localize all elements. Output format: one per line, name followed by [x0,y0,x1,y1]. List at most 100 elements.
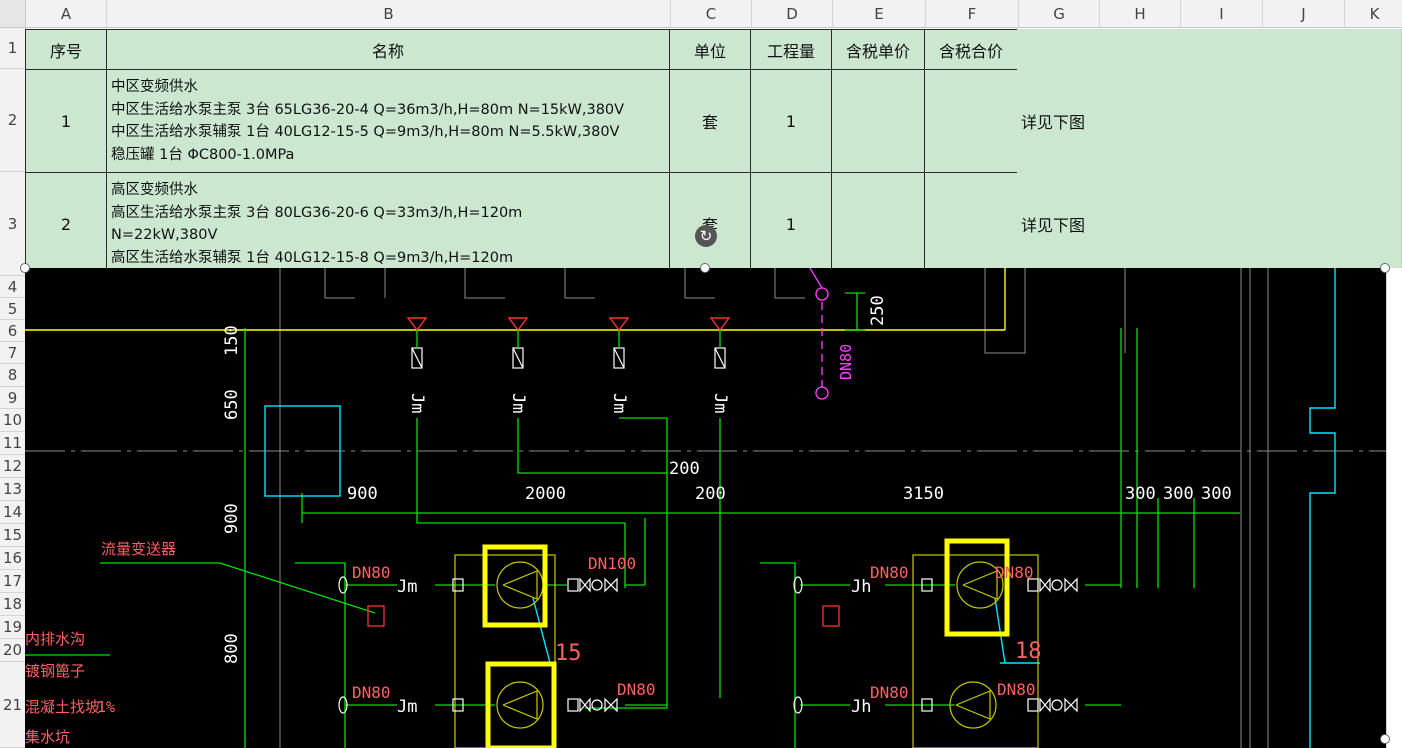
column-header-e[interactable]: E [833,0,926,28]
resize-handle-top-center[interactable] [700,263,710,273]
jh-label-1: Jh [851,577,871,597]
column-header-k[interactable]: K [1345,0,1402,28]
row-header-17[interactable]: 17 [0,570,26,593]
red-valve-2 [507,317,529,332]
resize-handle-top-right[interactable] [1380,263,1390,273]
row-header-1[interactable]: 1 [0,28,26,69]
jm-label-2: Jm [397,697,417,717]
row-header-13[interactable]: 13 [0,478,26,501]
cell-c2-unit[interactable]: 套 [669,69,751,173]
row-header-20[interactable]: 20 [0,639,26,662]
dn80-label-3: DN80 [617,680,656,699]
cell-k1[interactable] [1342,29,1402,70]
cell-j3[interactable] [1260,172,1343,276]
jm-vert-1: Jm [407,393,427,413]
cell-e2[interactable] [831,69,925,173]
rotate-handle-icon[interactable]: ↻ [695,225,717,247]
cell-g3-note[interactable]: 详见下图 [1017,172,1098,276]
left-text-2: 镀钢篦子 [25,662,85,680]
cell-a3-seq[interactable]: 2 [25,172,107,276]
row-header-9[interactable]: 9 [0,387,26,409]
row-header-4[interactable]: 4 [0,276,26,298]
number-18: 18 [1015,639,1042,664]
dn80-label-2: DN80 [352,683,391,702]
cell-b2-name[interactable]: 中区变频供水 中区生活给水泵主泵 3台 65LG36-20-4 Q=36m3/h… [106,69,670,173]
cyan-outlines [264,268,1336,748]
number-15: 15 [555,641,582,666]
valve-symbols [338,576,1078,714]
cell-g2-note[interactable]: 详见下图 [1017,69,1098,173]
dn80-label-1: DN80 [352,563,391,582]
column-header-f[interactable]: F [926,0,1019,28]
cell-j2[interactable] [1260,69,1343,173]
column-header-g[interactable]: G [1019,0,1100,28]
dim-300-1: 300 [1125,484,1156,504]
cell-e3[interactable] [831,172,925,276]
row-header-14[interactable]: 14 [0,501,26,524]
left-text-1: 内排水沟 [25,630,85,648]
select-all-corner[interactable] [0,0,26,28]
cell-b3-name[interactable]: 高区变频供水 高区生活给水泵主泵 3台 80LG36-20-6 Q=33m3/h… [106,172,670,276]
column-header-b[interactable]: B [107,0,671,28]
column-header-j[interactable]: J [1263,0,1345,28]
header-name[interactable]: 名称 [106,29,670,70]
header-unit-price[interactable]: 含税单价 [831,29,925,70]
cell-i2[interactable] [1178,69,1261,173]
cell-h1[interactable] [1097,29,1179,70]
header-seq[interactable]: 序号 [25,29,107,70]
row-header-16[interactable]: 16 [0,547,26,570]
cell-k2[interactable] [1342,69,1402,173]
cell-d3-quantity[interactable]: 1 [750,172,832,276]
header-quantity[interactable]: 工程量 [750,29,832,70]
row-header-18[interactable]: 18 [0,593,26,616]
highlight-box-1 [482,544,548,628]
dim-800: 800 [222,633,242,664]
dn80-label-7: DN80 [997,680,1036,699]
row-header-8[interactable]: 8 [0,364,26,387]
cell-g1[interactable] [1017,29,1098,70]
column-header-c[interactable]: C [671,0,752,28]
row-header-3[interactable]: 3 [0,172,26,276]
cell-k3[interactable] [1342,172,1402,276]
left-text-4: 集水坑 [25,728,70,746]
cell-i3[interactable] [1178,172,1261,276]
cell-a2-seq[interactable]: 1 [25,69,107,173]
dn80-label-6: DN80 [995,563,1034,582]
column-header-h[interactable]: H [1100,0,1181,28]
cell-c3-unit[interactable]: 套 [669,172,751,276]
dn80-label-4: DN80 [870,563,909,582]
cell-j1[interactable] [1260,29,1343,70]
dn100-label: DN100 [588,554,636,573]
row-header-6[interactable]: 6 [0,320,26,342]
resize-handle-bottom-right[interactable] [1380,734,1390,744]
header-unit[interactable]: 单位 [669,29,751,70]
column-header-i[interactable]: I [1181,0,1263,28]
cell-h2[interactable] [1097,69,1179,173]
jm-vert-3: Jm [609,393,629,413]
cell-i1[interactable] [1178,29,1261,70]
row-header-2[interactable]: 2 [0,69,26,172]
header-total-price[interactable]: 含税合价 [924,29,1018,70]
dim-2000: 2000 [525,484,566,504]
column-header-a[interactable]: A [26,0,107,28]
row-header-11[interactable]: 11 [0,432,26,455]
pump-frames [454,554,1039,748]
resize-handle-top-left[interactable] [20,263,30,273]
row-header-5[interactable]: 5 [0,298,26,320]
cell-h3[interactable] [1097,172,1179,276]
row-header-7[interactable]: 7 [0,342,26,364]
row-header-10[interactable]: 10 [0,409,26,432]
red-valve-3 [608,317,630,332]
row-header-19[interactable]: 19 [0,616,26,639]
cell-f2[interactable] [924,69,1018,173]
row-header-21[interactable]: 21 [0,662,26,748]
embedded-cad-image[interactable]: 150 650 900 800 250 900 2000 200 200 315… [25,268,1386,748]
cell-d2-quantity[interactable]: 1 [750,69,832,173]
column-header-d[interactable]: D [752,0,833,28]
dim-150: 150 [222,325,242,356]
dim-250: 250 [868,295,888,326]
row-header-12[interactable]: 12 [0,455,26,478]
row-header-15[interactable]: 15 [0,524,26,547]
cell-f3[interactable] [924,172,1018,276]
jm-label-1: Jm [397,577,417,597]
